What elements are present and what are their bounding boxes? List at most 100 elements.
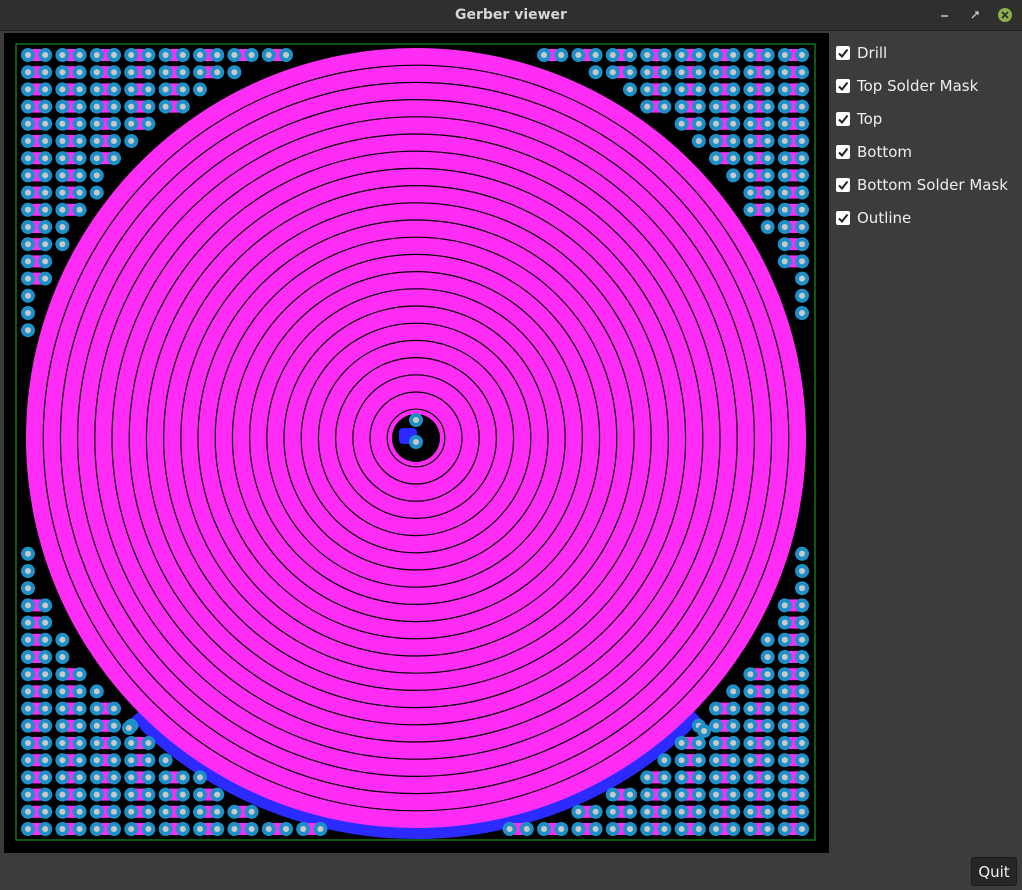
checkbox-top-solder-mask[interactable] [836,78,850,93]
close-icon[interactable] [996,6,1014,24]
pad-drill [695,740,702,746]
pad-drill [609,52,616,58]
pad-drill [713,826,719,832]
gerber-canvas[interactable] [4,33,829,853]
pad-drill [730,155,737,162]
checkbox-top[interactable] [836,111,850,126]
terminal-pad-drill [701,728,707,734]
pad-drill [111,138,117,144]
pad-drill [42,705,49,712]
pad-drill [730,826,737,832]
layer-bottom-solder-mask[interactable]: Bottom Solder Mask [836,168,1022,201]
pad-drill [25,619,31,626]
pad-drill [799,722,805,729]
pad-drill [59,740,66,746]
pad-drill [644,791,651,798]
pad-drill [747,705,754,712]
pad-drill [713,791,719,798]
pad-drill [128,69,135,76]
pad-drill [179,791,186,798]
pad-drill [747,103,754,110]
pad-drill [799,69,805,76]
layer-drill[interactable]: Drill [836,36,1022,69]
layer-bottom[interactable]: Bottom [836,135,1022,168]
pad-drill [42,602,49,609]
pad-drill [592,69,599,76]
pad-drill [644,774,651,781]
checkbox-drill[interactable] [836,45,850,60]
pad-drill [575,826,582,832]
pad-drill [609,69,616,76]
pad-drill [42,826,49,832]
pad-drill [283,52,289,58]
pad-drill [695,69,702,76]
pad-drill [145,808,152,815]
pad-drill [162,52,169,58]
pad-drill [799,292,805,299]
pad-drill [25,120,31,127]
pad-drill [76,189,83,196]
pad-drill [25,241,31,248]
pad-drill [25,550,31,557]
layer-outline[interactable]: Outline [836,201,1022,234]
pad-drill [128,808,135,815]
pad-drill [747,189,754,196]
pad-drill [713,138,719,144]
pad-drill [179,103,186,110]
pad-drill [111,791,117,798]
pad-drill [764,654,771,660]
pad-drill [25,172,31,179]
pad-drill [799,740,805,746]
pad-drill [695,120,702,127]
pad-drill [145,791,152,798]
pad-drill [59,120,66,127]
pad-drill [644,826,651,832]
pad-drill [42,275,49,282]
pad-drill [214,791,221,798]
pad-drill [59,774,66,781]
pad-drill [781,241,788,248]
layer-top-solder-mask[interactable]: Top Solder Mask [836,69,1022,102]
pad-drill [799,636,805,643]
pad-drill [25,757,31,764]
pad-drill [661,52,668,58]
pad-drill [781,258,788,265]
pad-drill [764,774,771,781]
pad-drill [764,69,771,76]
quit-button[interactable]: Quit [971,857,1017,886]
pad-drill [764,189,771,196]
pad-drill [799,602,805,609]
layer-top[interactable]: Top [836,102,1022,135]
pad-drill [76,155,83,162]
pad-drill [627,826,633,832]
pad-drill [747,206,754,213]
pad-drill [747,774,754,781]
pad-drill [25,275,31,282]
pad-drill [713,86,719,93]
pad-drill [781,636,788,643]
pad-drill [42,671,49,678]
pad-drill [695,774,702,781]
maximize-icon[interactable] [966,6,984,24]
minimize-icon[interactable] [936,6,954,24]
pad-drill [59,671,66,678]
checkbox-bottom[interactable] [836,144,850,159]
layer-bottom-solder-mask-label: Bottom Solder Mask [857,175,1008,194]
pad-drill [25,740,31,746]
pad-drill [25,52,31,58]
pad-drill [678,740,685,746]
pad-drill [42,224,49,230]
pad-drill [799,189,805,196]
pad-drill [764,826,771,832]
pad-drill [764,636,771,643]
pad-drill [42,808,49,815]
checkbox-bottom-solder-mask[interactable] [836,177,850,192]
pad-drill [713,52,719,58]
pad-drill [661,808,668,815]
checkbox-outline[interactable] [836,210,850,225]
pad-drill [214,69,221,76]
pad-drill [730,757,737,764]
pad-drill [799,757,805,764]
pad-drill [764,172,771,179]
pad-drill [730,86,737,93]
